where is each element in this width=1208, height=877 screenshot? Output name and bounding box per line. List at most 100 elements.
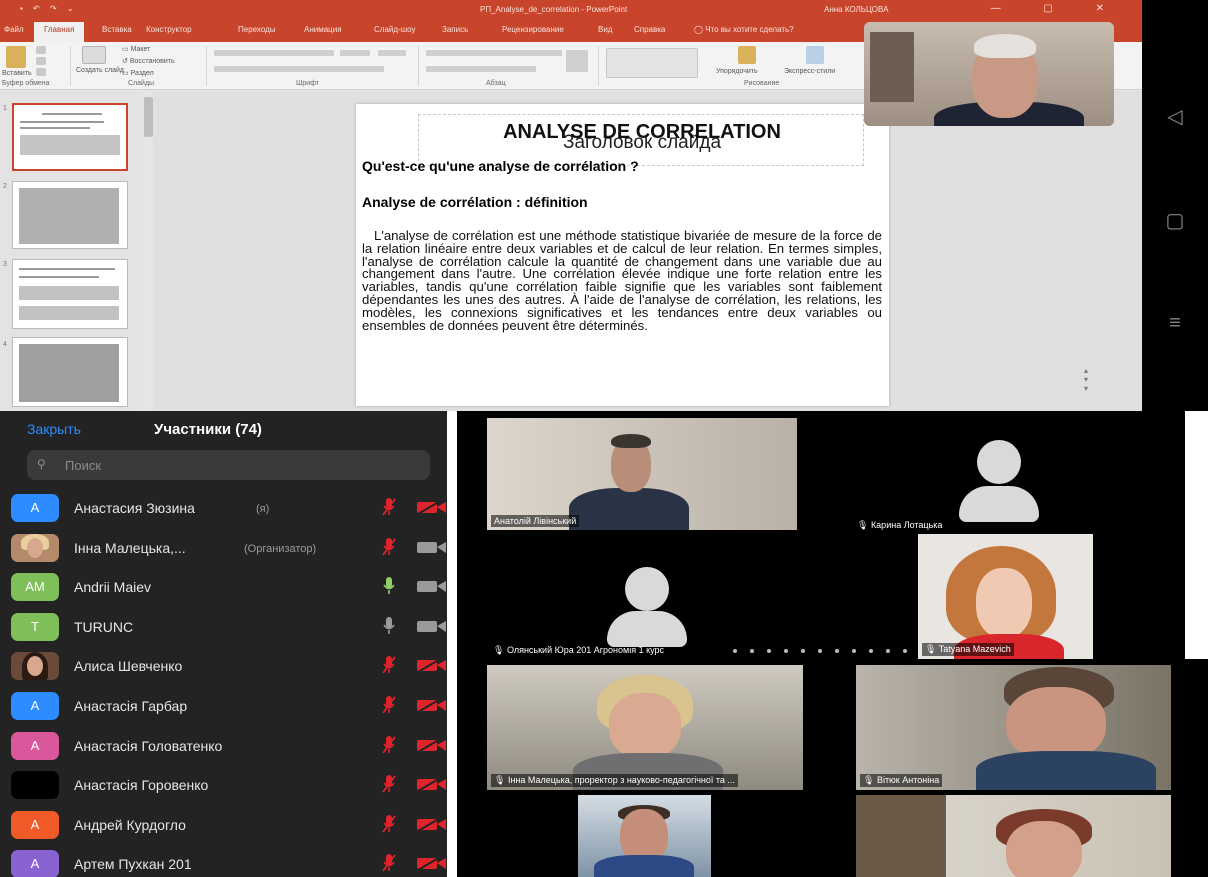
mic-muted-icon[interactable] bbox=[382, 655, 396, 675]
tab-design[interactable]: Конструктор bbox=[146, 25, 192, 34]
mic-muted-icon[interactable] bbox=[382, 814, 396, 834]
layout-button[interactable]: ▭ Макет bbox=[122, 46, 150, 54]
participant-role: (Организатор) bbox=[244, 542, 317, 555]
back-icon[interactable]: ◁ bbox=[1142, 104, 1208, 129]
mic-muted-icon[interactable] bbox=[382, 735, 396, 755]
mic-muted-icon[interactable] bbox=[382, 774, 396, 794]
video-tile-vitiuk[interactable]: 🎙︎ Вітюк Антоніна bbox=[856, 665, 1171, 790]
window-controls[interactable]: — ▢ ✕ bbox=[991, 3, 1124, 14]
cut-icon[interactable] bbox=[36, 46, 46, 54]
camera-off-icon[interactable] bbox=[416, 657, 447, 674]
font-grow-shrink[interactable] bbox=[378, 50, 406, 56]
presenter-video[interactable] bbox=[864, 22, 1114, 126]
quick-access-toolbar[interactable]: ▪ ↶ ↷ ⌄ bbox=[20, 4, 78, 13]
close-participants-button[interactable]: Закрыть bbox=[27, 421, 81, 437]
thumbnails-scrollbar[interactable] bbox=[144, 97, 153, 137]
mic-muted-icon[interactable] bbox=[382, 497, 396, 517]
thumbnail-number: 4 bbox=[3, 341, 7, 348]
paste-button[interactable]: Вставить bbox=[2, 70, 32, 78]
thumbnail-text bbox=[19, 286, 119, 300]
current-slide[interactable]: Заголовок слайда ANALYSE DE CORRELATION … bbox=[356, 104, 889, 406]
tab-transitions[interactable]: Переходы bbox=[238, 25, 276, 34]
group-clipboard-label: Буфер обмена bbox=[2, 80, 50, 87]
format-painter-icon[interactable] bbox=[36, 68, 46, 76]
arrange-icon[interactable] bbox=[738, 46, 756, 64]
video-tile-inna[interactable]: 🎙︎ Інна Малецька, проректор з науково-пе… bbox=[487, 665, 803, 790]
reset-icon: ↺ bbox=[122, 58, 130, 65]
camera-off-icon[interactable] bbox=[416, 499, 447, 515]
copy-icon[interactable] bbox=[36, 57, 46, 65]
text-direction-button[interactable] bbox=[566, 50, 588, 72]
paste-icon[interactable] bbox=[6, 46, 26, 68]
camera-off-icon[interactable] bbox=[416, 736, 447, 753]
participant-row[interactable]: AM Andrii Maiev bbox=[0, 566, 447, 606]
tab-slideshow[interactable]: Слайд-шоу bbox=[374, 25, 415, 34]
participant-avatar bbox=[11, 771, 59, 800]
tile-name-label: 🎙︎ Вітюк Антоніна bbox=[860, 774, 943, 787]
participant-search-input[interactable]: ⚲ Поиск bbox=[27, 450, 430, 480]
mic-icon[interactable] bbox=[382, 576, 396, 596]
font-formatting-buttons[interactable] bbox=[214, 66, 384, 72]
video-background-shelf bbox=[870, 32, 914, 102]
camera-icon[interactable] bbox=[416, 578, 447, 594]
participant-row[interactable]: A Анастасія Головатенко bbox=[0, 725, 447, 765]
quick-styles-icon[interactable] bbox=[806, 46, 824, 64]
camera-off-icon[interactable] bbox=[416, 776, 447, 793]
participant-row[interactable]: T TURUNC bbox=[0, 606, 447, 646]
mic-muted-icon[interactable] bbox=[382, 537, 396, 557]
mic-muted-icon[interactable] bbox=[382, 695, 396, 715]
tell-me-search[interactable]: ◯ Что вы хотите сделать? bbox=[694, 25, 794, 34]
user-name[interactable]: Анна КОЛЬЦОВА bbox=[824, 5, 888, 14]
participant-row[interactable]: A Артем Пухкан 201 bbox=[0, 843, 447, 877]
camera-off-icon[interactable] bbox=[416, 855, 447, 872]
participant-row[interactable]: Анастасія Горовенко bbox=[0, 764, 447, 804]
slide-heading-definition: Analyse de corrélation : définition bbox=[362, 194, 588, 210]
paragraph-list-buttons[interactable] bbox=[426, 50, 562, 56]
camera-icon[interactable] bbox=[416, 539, 447, 555]
tab-help[interactable]: Справка bbox=[634, 25, 665, 34]
shapes-gallery[interactable] bbox=[606, 48, 698, 78]
gallery-page-indicator[interactable] bbox=[733, 640, 937, 653]
reset-button[interactable]: ↺ Восстановить bbox=[122, 58, 175, 66]
participant-name: Анастасія Горовенко bbox=[74, 777, 209, 794]
section-button[interactable]: ▭ Раздел bbox=[122, 70, 154, 78]
participant-row[interactable]: A Андрей Курдогло bbox=[0, 804, 447, 844]
mic-icon[interactable] bbox=[382, 616, 396, 636]
quick-styles-button[interactable]: Экспресс-стили bbox=[784, 68, 835, 76]
camera-off-icon[interactable] bbox=[416, 815, 447, 832]
font-size-dropdown[interactable] bbox=[340, 50, 370, 56]
participant-row[interactable]: Інна Малецька,... (Организатор) bbox=[0, 527, 447, 567]
tab-file[interactable]: Файл bbox=[4, 25, 24, 34]
paragraph-align-buttons[interactable] bbox=[426, 66, 536, 72]
tab-insert[interactable]: Вставка bbox=[102, 25, 132, 34]
participant-row[interactable]: A Анастасія Гарбар bbox=[0, 685, 447, 725]
slide-thumbnail-4[interactable] bbox=[12, 337, 128, 407]
tab-review[interactable]: Рецензирование bbox=[502, 25, 564, 34]
recents-icon[interactable]: ≡ bbox=[1142, 312, 1208, 335]
camera-off-icon[interactable] bbox=[416, 697, 447, 713]
tab-home[interactable]: Главная bbox=[34, 22, 85, 42]
slide-thumbnail-1[interactable] bbox=[12, 103, 128, 171]
camera-icon[interactable] bbox=[416, 618, 447, 634]
avatar-placeholder-icon bbox=[959, 486, 1039, 522]
tab-animations[interactable]: Анимация bbox=[304, 25, 342, 34]
tab-view[interactable]: Вид bbox=[598, 25, 612, 34]
video-tile-tatyana[interactable]: 🎙︎ Tatyana Mazevich bbox=[918, 534, 1093, 659]
video-tile-karyna[interactable]: 🎙︎ Карина Лотацька bbox=[851, 418, 1151, 532]
person-face bbox=[609, 693, 681, 759]
slide-thumbnail-2[interactable] bbox=[12, 181, 128, 249]
canvas-scroll-arrows[interactable]: ▴ ▾ ▾ bbox=[1084, 366, 1088, 393]
arrange-button[interactable]: Упорядочить bbox=[716, 68, 758, 76]
participant-row[interactable]: A Анастасия Зюзина (я) bbox=[0, 487, 447, 527]
tab-record[interactable]: Запись bbox=[442, 25, 468, 34]
video-tile-participant[interactable] bbox=[578, 795, 711, 877]
home-icon[interactable]: ▢ bbox=[1142, 208, 1208, 233]
participant-row[interactable]: Алиса Шевченко bbox=[0, 645, 447, 685]
font-name-dropdown[interactable] bbox=[214, 50, 334, 56]
video-tile-participant[interactable] bbox=[856, 795, 1171, 877]
new-slide-icon[interactable] bbox=[82, 46, 106, 64]
mic-muted-icon[interactable] bbox=[382, 853, 396, 873]
video-tile-anatolii[interactable]: Анатолій Лівінський bbox=[487, 418, 797, 530]
slide-thumbnail-3[interactable] bbox=[12, 259, 128, 329]
new-slide-button[interactable]: Создать слайд bbox=[76, 67, 124, 75]
